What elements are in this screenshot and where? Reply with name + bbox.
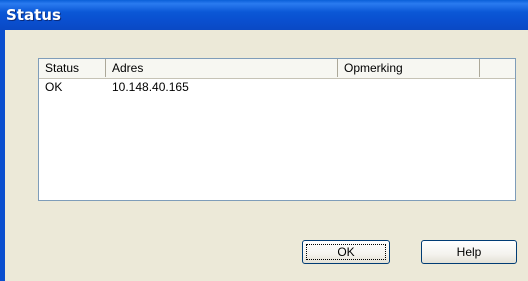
list-row[interactable]: OK 10.148.40.165 <box>39 78 515 96</box>
window-title: Status <box>6 6 61 24</box>
column-header-adres[interactable]: Adres <box>106 59 338 77</box>
ok-button[interactable]: OK <box>302 240 390 264</box>
list-header: Status Adres Opmerking <box>39 59 515 79</box>
column-header-opmerking[interactable]: Opmerking <box>338 59 480 77</box>
focus-rect <box>306 244 386 260</box>
help-button[interactable]: Help <box>421 240 517 264</box>
title-bar[interactable]: Status <box>0 0 528 30</box>
help-button-label: Help <box>456 245 482 259</box>
cell-adres: 10.148.40.165 <box>112 80 189 94</box>
column-header-filler <box>480 59 515 77</box>
column-header-status[interactable]: Status <box>39 59 106 77</box>
status-list-view[interactable]: Status Adres Opmerking OK 10.148.40.165 <box>38 58 516 201</box>
cell-status: OK <box>45 80 63 94</box>
